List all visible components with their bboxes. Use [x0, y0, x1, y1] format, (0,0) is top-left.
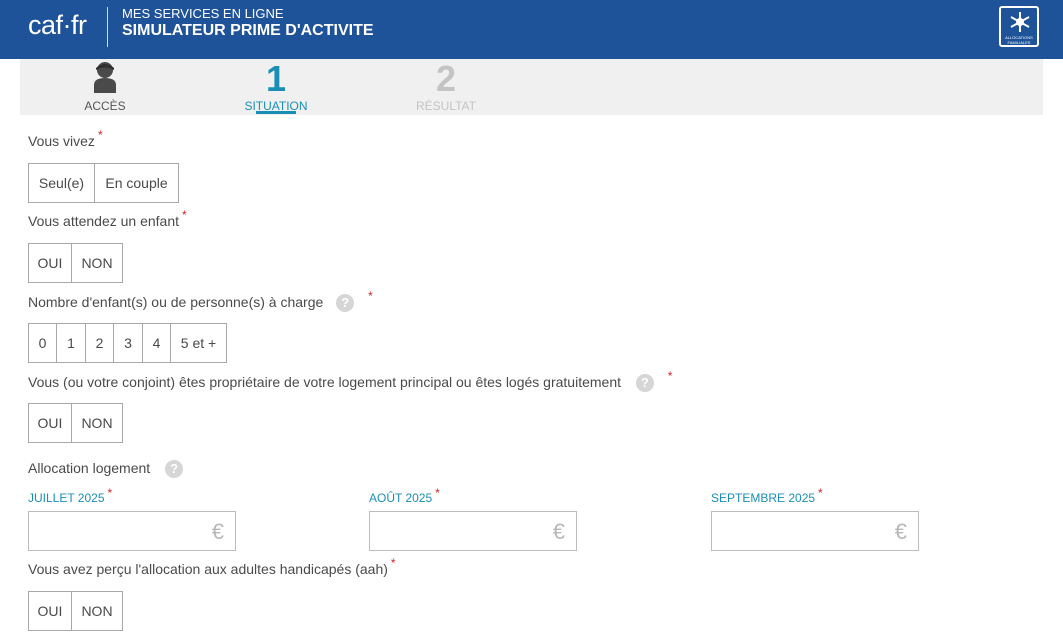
- page-title: SIMULATEUR PRIME D'ACTIVITE: [122, 22, 374, 39]
- required-marker: *: [368, 289, 373, 303]
- required-marker: *: [97, 128, 103, 142]
- allocation-logement-label: Allocation logement ?: [28, 460, 184, 479]
- option-non[interactable]: NON: [72, 592, 122, 630]
- euro-icon: €: [552, 519, 565, 544]
- euro-icon: €: [211, 519, 224, 544]
- header-divider: [107, 7, 108, 47]
- step-resultat-number: 2: [435, 58, 457, 99]
- aah-label: Vous avez perçu l'allocation aux adultes…: [28, 556, 396, 577]
- allocation-juillet-input[interactable]: €: [28, 511, 236, 551]
- required-marker: *: [182, 208, 187, 222]
- step-resultat: 2 RÉSULTAT: [391, 59, 501, 115]
- vous-vivez-options: Seul(e) En couple: [28, 163, 179, 203]
- help-icon[interactable]: ?: [165, 460, 184, 479]
- enfant-attendu-options: OUI NON: [28, 243, 123, 283]
- step-situation[interactable]: 1 SITUATION: [221, 59, 331, 115]
- allocations-familiales-badge: ALLOCATIONS FAMILIALES: [999, 6, 1039, 47]
- option-oui[interactable]: OUI: [29, 592, 72, 630]
- caf-logo[interactable]: caf·fr: [28, 10, 87, 41]
- option-4[interactable]: 4: [143, 324, 171, 362]
- badge-text: ALLOCATIONS FAMILIALES: [1005, 35, 1033, 45]
- step-situation-number: 1: [265, 58, 287, 99]
- required-marker: *: [667, 369, 673, 383]
- proprietaire-label: Vous (ou votre conjoint) êtes propriétai…: [28, 369, 672, 393]
- option-0[interactable]: 0: [29, 324, 57, 362]
- allocation-logement-text: Allocation logement: [28, 460, 151, 476]
- month-aout-text: AOÛT 2025: [369, 491, 433, 505]
- nombre-enfants-label: Nombre d'enfant(s) ou de personne(s) à c…: [28, 289, 373, 313]
- required-marker: *: [818, 486, 823, 500]
- proprietaire-options: OUI NON: [28, 403, 123, 443]
- step-acces[interactable]: ACCÈS: [50, 59, 160, 115]
- option-3[interactable]: 3: [114, 324, 143, 362]
- required-marker: *: [107, 486, 113, 500]
- required-marker: *: [390, 556, 396, 570]
- allocation-septembre-input[interactable]: €: [711, 511, 919, 551]
- step-resultat-label: RÉSULTAT: [415, 99, 476, 113]
- option-non[interactable]: NON: [72, 404, 122, 442]
- vous-vivez-label: Vous vivez *: [28, 128, 103, 149]
- month-septembre-text: SEPTEMBRE 2025: [711, 491, 816, 505]
- month-septembre-label: SEPTEMBRE 2025 *: [711, 486, 823, 505]
- aah-text: Vous avez perçu l'allocation aux adultes…: [28, 561, 388, 577]
- enfant-attendu-text: Vous attendez un enfant: [28, 213, 180, 229]
- required-marker: *: [435, 486, 440, 500]
- user-icon: [94, 62, 116, 93]
- option-5-et-plus[interactable]: 5 et +: [171, 324, 226, 362]
- euro-icon: €: [894, 519, 907, 544]
- nombre-enfants-text: Nombre d'enfant(s) ou de personne(s) à c…: [28, 294, 324, 310]
- month-aout-label: AOÛT 2025 *: [369, 486, 440, 505]
- option-oui[interactable]: OUI: [29, 404, 72, 442]
- help-icon[interactable]: ?: [336, 294, 355, 313]
- option-seul[interactable]: Seul(e): [29, 164, 95, 202]
- nombre-enfants-options: 0 1 2 3 4 5 et +: [28, 323, 227, 363]
- aah-options: OUI NON: [28, 591, 123, 631]
- active-step-underline: [256, 111, 296, 114]
- option-non[interactable]: NON: [72, 244, 122, 282]
- progress-steps: ACCÈS 1 SITUATION 2 RÉSULTAT: [20, 59, 1043, 115]
- option-oui[interactable]: OUI: [29, 244, 72, 282]
- help-icon[interactable]: ?: [635, 374, 654, 393]
- top-header: caf·fr MES SERVICES EN LIGNE SIMULATEUR …: [0, 0, 1063, 59]
- header-subtitle: MES SERVICES EN LIGNE: [122, 6, 284, 21]
- proprietaire-text: Vous (ou votre conjoint) êtes propriétai…: [28, 374, 622, 390]
- month-juillet-text: JUILLET 2025: [28, 491, 105, 505]
- month-juillet-label: JUILLET 2025 *: [28, 486, 112, 505]
- option-2[interactable]: 2: [86, 324, 114, 362]
- enfant-attendu-label: Vous attendez un enfant *: [28, 208, 187, 229]
- vous-vivez-text: Vous vivez: [28, 133, 95, 149]
- option-en-couple[interactable]: En couple: [95, 164, 178, 202]
- allocation-aout-input[interactable]: €: [369, 511, 577, 551]
- step-acces-label: ACCÈS: [84, 99, 126, 113]
- snowflake-icon: [1010, 12, 1030, 32]
- option-1[interactable]: 1: [57, 324, 86, 362]
